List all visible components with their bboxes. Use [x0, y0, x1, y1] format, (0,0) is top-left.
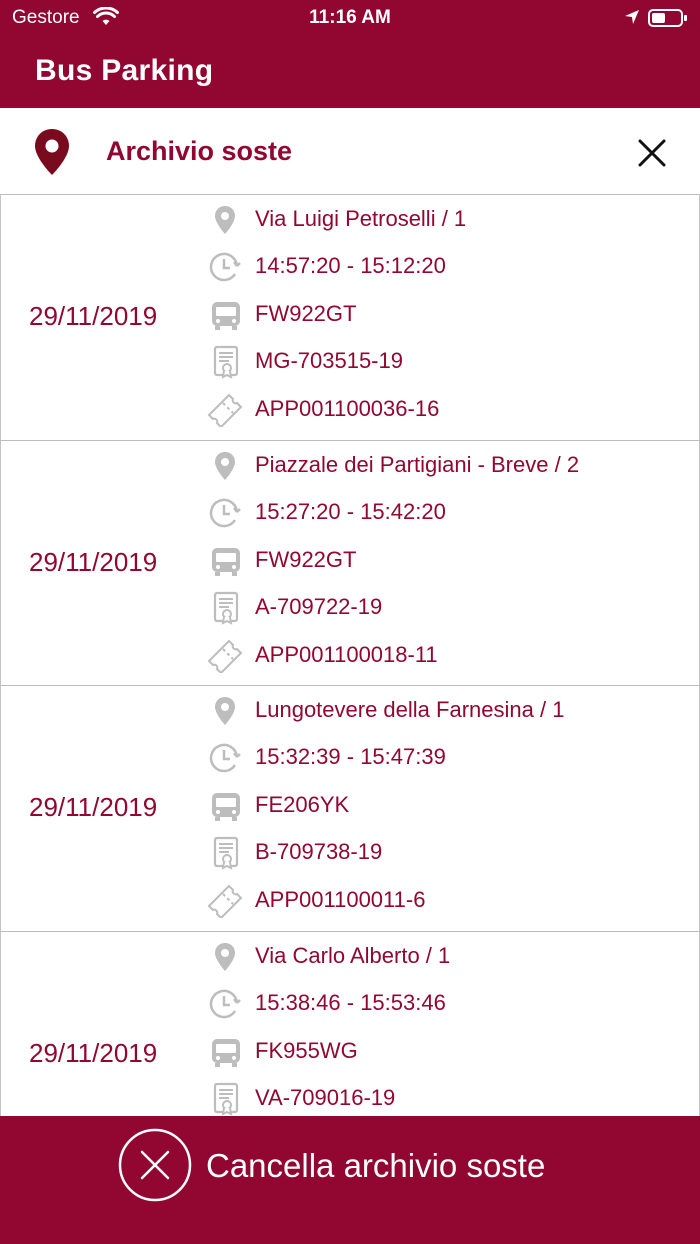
record-address: Via Carlo Alberto / 1 [201, 936, 681, 976]
bus-icon [212, 1038, 240, 1067]
record-permit: MG-703515-19 [201, 341, 681, 381]
close-icon[interactable] [635, 136, 669, 170]
record-time: 14:57:20 - 15:12:20 [201, 246, 681, 286]
record-date: 29/11/2019 [29, 546, 158, 577]
location-pin-icon [215, 206, 235, 234]
status-time: 11:16 AM [309, 7, 391, 28]
plate-text: FE206YK [255, 792, 350, 817]
record-time: 15:38:46 - 15:53:46 [201, 983, 681, 1023]
record-date: 29/11/2019 [29, 1037, 158, 1068]
record-date: 29/11/2019 [29, 792, 158, 822]
ticket-icon [207, 884, 243, 918]
plate-text: FK955WG [255, 1037, 358, 1063]
location-pin-icon [215, 451, 235, 480]
record-plate: FK955WG [201, 1031, 681, 1071]
time-range-text: 14:57:20 - 15:12:20 [255, 253, 446, 278]
record-date: 29/11/2019 [29, 301, 158, 331]
clock-icon [209, 498, 241, 527]
location-arrow-icon [625, 10, 639, 24]
list-item[interactable]: 29/11/2019 Via Carlo Alberto / 1 15:38:4… [1, 930, 699, 1117]
address-text: Piazzale dei Partigiani - Breve / 2 [255, 451, 580, 477]
record-plate: FE206YK [201, 785, 681, 825]
list-item[interactable]: 29/11/2019 Via Luigi Petroselli / 1 14:5… [1, 194, 699, 440]
certificate-icon [213, 345, 239, 379]
plate-text: FW922GT [255, 301, 357, 326]
record-ticket: APP001100036-16 [201, 389, 681, 429]
address-text: Via Carlo Alberto / 1 [255, 942, 451, 968]
clear-archive-button[interactable]: Cancella archivio soste [0, 1116, 700, 1244]
parking-archive-list[interactable]: 29/11/2019 Via Luigi Petroselli / 1 14:5… [0, 194, 700, 1116]
record-address: Piazzale dei Partigiani - Breve / 2 [201, 445, 681, 485]
status-bar: Gestore 11:16 AM [0, 0, 700, 36]
certificate-icon [213, 836, 239, 870]
location-pin-icon [215, 697, 235, 725]
clock-icon [209, 743, 241, 773]
list-item[interactable]: 29/11/2019 Piazzale dei Partigiani - Bre… [1, 439, 699, 686]
clock-icon [209, 252, 241, 282]
list-item[interactable]: 29/11/2019 Lungotevere della Farnesina /… [1, 685, 699, 931]
record-permit: A-709722-19 [201, 587, 681, 627]
ticket-icon [207, 393, 243, 427]
plate-text: FW922GT [255, 546, 357, 572]
time-range-text: 15:32:39 - 15:47:39 [255, 744, 446, 769]
archive-title: Archivio soste [106, 136, 293, 166]
bus-icon [212, 793, 240, 821]
certificate-icon [213, 1082, 239, 1116]
record-plate: FW922GT [201, 294, 681, 334]
battery-icon [648, 9, 687, 27]
record-address: Via Luigi Petroselli / 1 [201, 199, 681, 239]
app-header: Gestore 11:16 AM Bus Parking [0, 0, 700, 108]
bus-icon [212, 547, 240, 576]
record-address: Lungotevere della Farnesina / 1 [201, 690, 681, 730]
bus-icon [212, 302, 240, 330]
ticket-text: APP001100036-16 [255, 396, 440, 421]
record-permit: B-709738-19 [201, 832, 681, 872]
permit-text: A-709722-19 [255, 593, 383, 619]
permit-text: MG-703515-19 [255, 348, 403, 373]
permit-text: VA-709016-19 [255, 1084, 396, 1110]
clear-archive-label: Cancella archivio soste [206, 1147, 546, 1184]
map-pin-icon [35, 129, 69, 175]
record-ticket: APP001100018-11 [201, 635, 681, 675]
clear-circle-icon [118, 1128, 192, 1202]
record-permit: VA-709016-19 [201, 1078, 681, 1117]
location-pin-icon [215, 942, 235, 971]
ticket-text: APP001100018-11 [255, 641, 438, 667]
certificate-icon [213, 591, 239, 625]
clock-icon [209, 989, 241, 1018]
app-title: Bus Parking [35, 54, 214, 87]
time-range-text: 15:27:20 - 15:42:20 [255, 498, 446, 524]
record-plate: FW922GT [201, 540, 681, 580]
ticket-text: APP001100011-6 [255, 887, 426, 912]
record-time: 15:27:20 - 15:42:20 [201, 492, 681, 532]
address-text: Via Luigi Petroselli / 1 [255, 206, 467, 231]
record-time: 15:32:39 - 15:47:39 [201, 737, 681, 777]
address-text: Lungotevere della Farnesina / 1 [255, 697, 565, 722]
permit-text: B-709738-19 [255, 839, 383, 864]
time-range-text: 15:38:46 - 15:53:46 [255, 989, 446, 1015]
record-ticket: APP001100011-6 [201, 880, 681, 920]
archive-header: Archivio soste [0, 108, 700, 194]
ticket-icon [207, 639, 243, 673]
